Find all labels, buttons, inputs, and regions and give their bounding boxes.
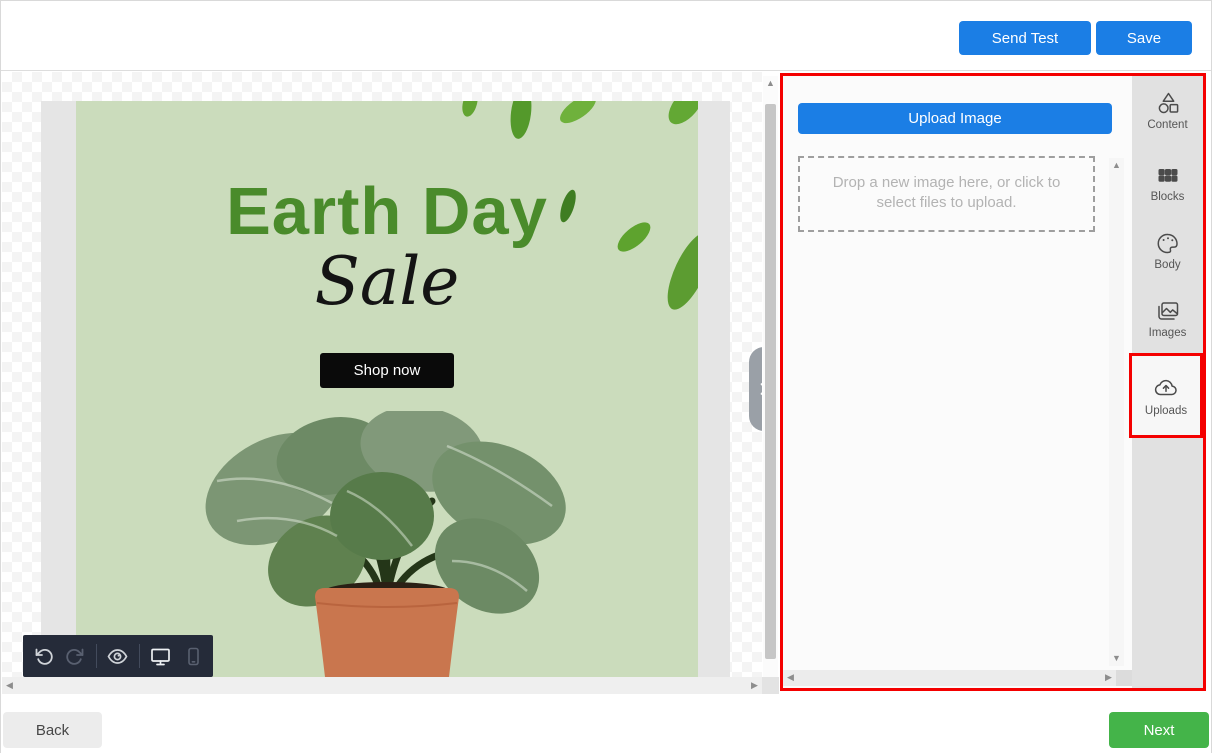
scroll-right-arrow[interactable]: ▶: [747, 678, 762, 693]
back-button[interactable]: Back: [3, 712, 102, 748]
bottom-bar: Back Next: [1, 696, 1211, 753]
panel-vertical-scrollbar[interactable]: ▲ ▼: [1109, 158, 1124, 666]
next-button[interactable]: Next: [1109, 712, 1209, 748]
mobile-icon[interactable]: [182, 645, 204, 667]
sidebar-item-label: Content: [1147, 119, 1187, 131]
shop-now-button[interactable]: Shop now: [320, 353, 454, 388]
canvas-transparency-background: Earth Day Sale Shop now: [2, 72, 762, 677]
undo-icon[interactable]: [33, 645, 55, 667]
banner-headline: Earth Day: [76, 173, 698, 250]
editor-canvas: Earth Day Sale Shop now: [2, 72, 779, 696]
blocks-grid-icon: [1155, 162, 1181, 188]
uploads-panel-highlighted: Upload Image Drop a new image here, or c…: [780, 73, 1206, 691]
scroll-left-arrow[interactable]: ◀: [2, 678, 17, 693]
sidebar-item-body[interactable]: Body: [1132, 230, 1203, 271]
scroll-down-arrow[interactable]: ▼: [1109, 651, 1124, 666]
cloud-upload-icon: [1152, 374, 1180, 402]
scroll-left-arrow[interactable]: ◀: [783, 670, 798, 685]
upload-image-button[interactable]: Upload Image: [798, 103, 1112, 134]
save-button[interactable]: Save: [1096, 21, 1192, 55]
email-editor-window: Send Test Save Earth Day Sale: [0, 0, 1212, 753]
scrollbar-corner: [1116, 670, 1132, 686]
preview-toolbar: [23, 635, 213, 677]
sidebar-item-content[interactable]: Content: [1132, 90, 1203, 131]
sidebar-item-label: Uploads: [1145, 405, 1187, 417]
sidebar-item-blocks[interactable]: Blocks: [1132, 162, 1203, 203]
redo-icon[interactable]: [64, 645, 86, 667]
panel-horizontal-scrollbar[interactable]: ◀ ▶: [783, 670, 1116, 686]
editor-sidebar: Content Blocks Body: [1132, 76, 1203, 688]
sidebar-item-label: Body: [1154, 259, 1180, 271]
toolbar-divider: [139, 644, 140, 668]
palette-icon: [1155, 230, 1181, 256]
preview-eye-icon[interactable]: [106, 645, 129, 668]
banner-script-text: Sale: [76, 243, 698, 320]
panel-collapse-handle[interactable]: [749, 347, 762, 431]
scrollbar-thumb[interactable]: [765, 104, 776, 659]
sidebar-item-images[interactable]: Images: [1132, 298, 1203, 339]
email-design-preview[interactable]: Earth Day Sale Shop now: [41, 101, 730, 677]
canvas-horizontal-scrollbar[interactable]: ◀ ▶: [2, 677, 762, 694]
potted-plant-image: [197, 411, 577, 677]
send-test-button[interactable]: Send Test: [959, 21, 1091, 55]
canvas-vertical-scrollbar[interactable]: ▲ ▼: [763, 76, 778, 692]
toolbar-divider: [96, 644, 97, 668]
desktop-icon[interactable]: [149, 645, 172, 668]
image-dropzone[interactable]: Drop a new image here, or click to selec…: [798, 156, 1095, 232]
top-bar: Send Test Save: [1, 1, 1211, 71]
sidebar-item-uploads-active[interactable]: Uploads: [1129, 353, 1203, 438]
scroll-up-arrow[interactable]: ▲: [763, 76, 778, 91]
shapes-icon: [1155, 90, 1181, 116]
scrollbar-corner: [762, 677, 779, 694]
chevron-right-icon: [755, 380, 762, 398]
sidebar-item-label: Blocks: [1151, 191, 1185, 203]
sidebar-item-label: Images: [1149, 327, 1187, 339]
uploads-panel-content: Upload Image Drop a new image here, or c…: [783, 76, 1132, 688]
email-banner-block: Earth Day Sale Shop now: [76, 101, 698, 677]
scroll-right-arrow[interactable]: ▶: [1101, 670, 1116, 685]
scroll-up-arrow[interactable]: ▲: [1109, 158, 1124, 173]
images-icon: [1155, 298, 1181, 324]
